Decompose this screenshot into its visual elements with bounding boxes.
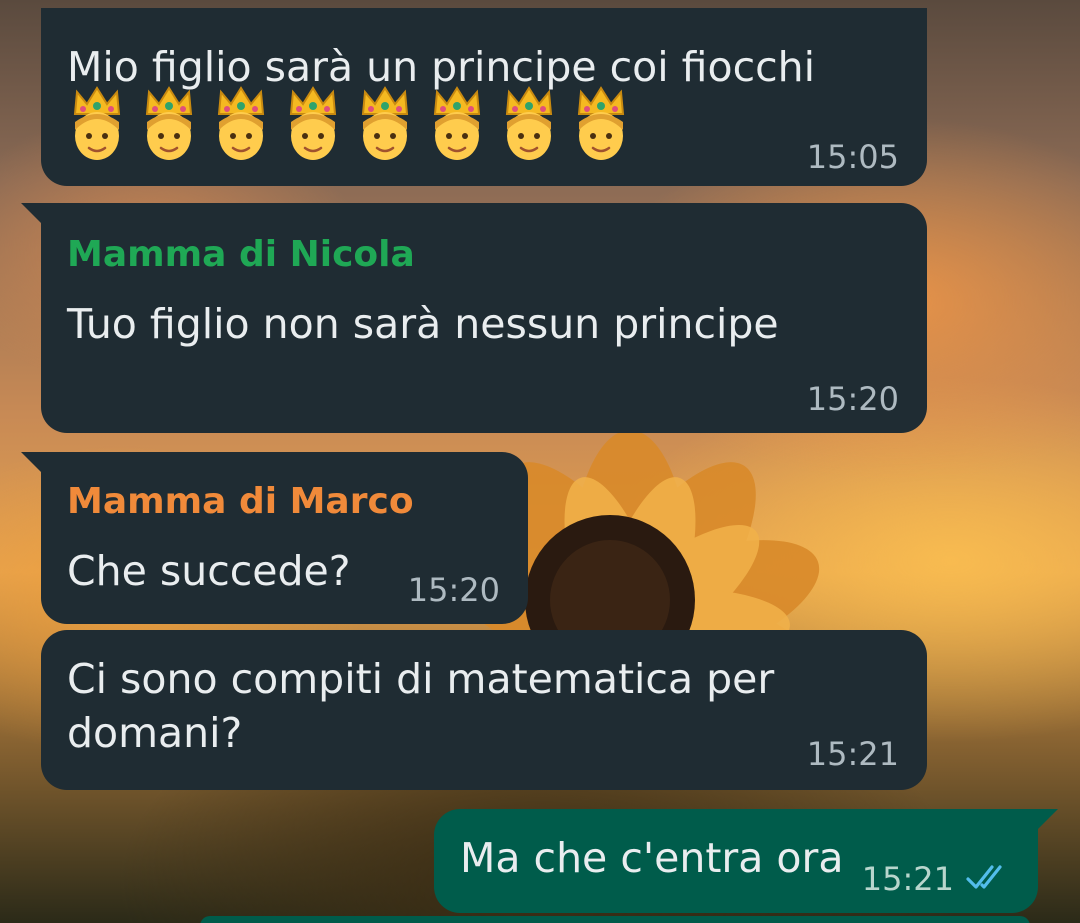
prince-emoji-icon (577, 86, 625, 160)
message-bubble-4[interactable]: Ci sono compiti di matematica per domani… (41, 630, 927, 790)
message-bubble-3[interactable]: Mamma di Marco Che succede? 15:20 (21, 452, 528, 624)
next-message-edge (200, 916, 1030, 923)
bubble-tail (21, 452, 47, 478)
prince-emoji-icon (145, 86, 193, 160)
message-text: Tuo figlio non sarà nessun principe (67, 300, 779, 348)
read-receipt-icon (966, 865, 1002, 889)
prince-emoji-icon (73, 86, 121, 160)
message-text: Ma che c'entra ora (460, 834, 844, 882)
emoji-row (67, 84, 631, 164)
message-bubble-1[interactable]: Mio figlio sarà un principe coi fiocchi … (41, 8, 927, 186)
sender-name: Mamma di Marco (67, 481, 414, 522)
message-time: 15:21 (806, 735, 899, 773)
message-text: Ci sono compiti di matematica per domani… (67, 655, 775, 757)
message-time: 15:20 (407, 571, 500, 609)
message-bubble-2[interactable]: Mamma di Nicola Tuo figlio non sarà ness… (21, 203, 927, 433)
message-time: 15:20 (806, 380, 899, 418)
prince-emoji-icon (361, 86, 409, 160)
prince-emoji-icon (505, 86, 553, 160)
message-time: 15:05 (806, 138, 899, 176)
message-text: Che succede? (67, 547, 351, 595)
message-time: 15:21 (861, 860, 954, 898)
bubble-tail (1032, 809, 1058, 835)
message-bubble-outgoing[interactable]: Ma che c'entra ora 15:21 (434, 809, 1058, 913)
prince-emoji-icon (433, 86, 481, 160)
prince-emoji-icon (289, 86, 337, 160)
sender-name: Mamma di Nicola (67, 234, 415, 275)
bubble-tail (21, 203, 47, 229)
prince-emoji-icon (217, 86, 265, 160)
